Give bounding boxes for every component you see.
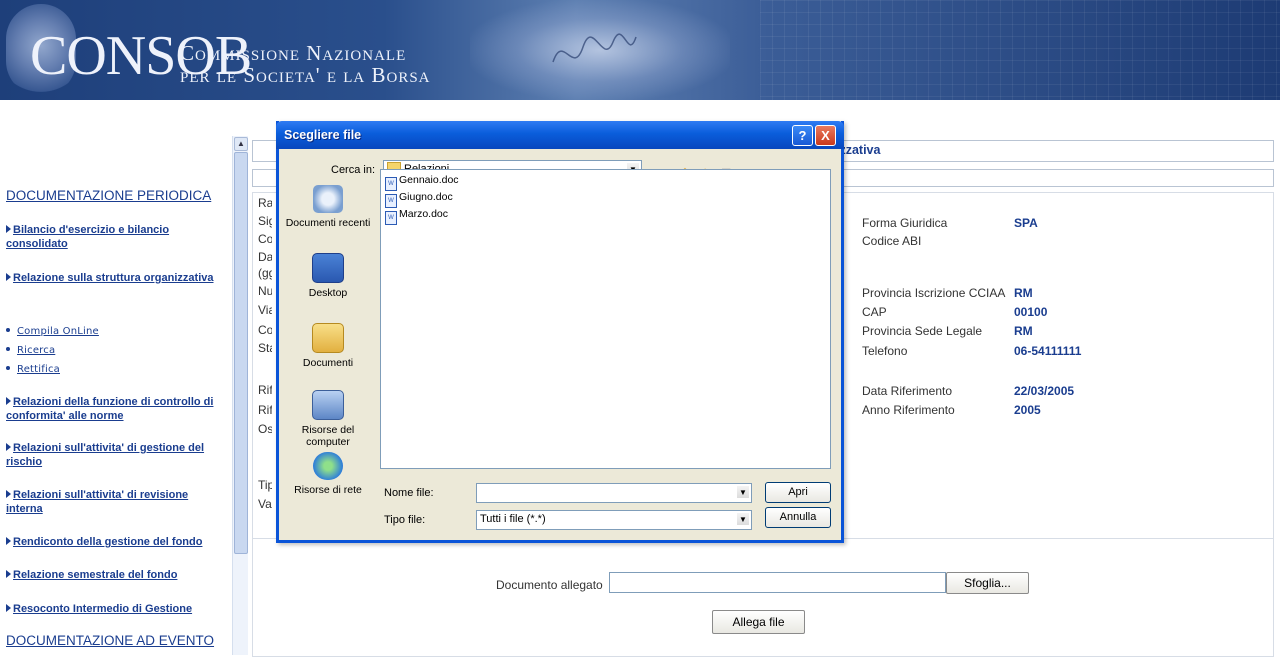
my-computer-icon: [312, 390, 344, 420]
field-label-cut: Var: [258, 497, 272, 511]
label-provincia-cciaa: Provincia Iscrizione CCIAA: [862, 286, 1006, 300]
places-bar: Documenti recenti Desktop Documenti Riso…: [285, 165, 371, 520]
commission-line-2: per le Societa' e la Borsa: [180, 63, 431, 87]
place-network[interactable]: Risorse di rete: [285, 452, 371, 496]
dialog-titlebar[interactable]: Scegliere file ? X: [276, 121, 844, 149]
label-provincia-sede: Provincia Sede Legale: [862, 324, 983, 338]
word-document-icon: W: [385, 177, 397, 191]
attachment-label: Documento allegato: [496, 578, 603, 592]
scrollbar-thumb[interactable]: [234, 152, 248, 554]
nav-link-revisione[interactable]: Relazioni sull'attivita' di revisione in…: [6, 488, 226, 516]
value-provincia-sede: RM: [1014, 324, 1033, 338]
triangle-bullet-icon: [6, 604, 11, 612]
network-icon: [313, 452, 343, 480]
triangle-bullet-icon: [6, 537, 11, 545]
chevron-down-icon[interactable]: ▼: [736, 512, 750, 526]
field-label-cut: Rife: [258, 383, 272, 397]
field-label-cut: (gg: [258, 266, 272, 280]
section-title-periodic: DOCUMENTAZIONE PERIODICA: [6, 188, 212, 203]
filename-input[interactable]: ▼: [476, 483, 752, 503]
my-documents-icon: [312, 323, 344, 353]
field-label-cut: Sig: [258, 214, 272, 228]
word-document-icon: W: [385, 194, 397, 208]
place-desktop[interactable]: Desktop: [285, 253, 371, 299]
dot-bullet-icon: [6, 347, 10, 351]
filetype-label: Tipo file:: [384, 514, 426, 526]
file-list[interactable]: W Gennaio.doc W Giugno.doc W Marzo.doc: [380, 169, 831, 469]
open-button[interactable]: Apri: [765, 482, 831, 503]
value-forma-giuridica: SPA: [1014, 216, 1038, 230]
label-codice-abi: Codice ABI: [862, 234, 922, 248]
field-label-cut: Oss: [258, 422, 272, 436]
browse-button[interactable]: Sfoglia...: [946, 572, 1029, 594]
attachment-input[interactable]: [609, 572, 946, 593]
nav-link-rischio[interactable]: Relazioni sull'attivita' di gestione del…: [6, 441, 226, 469]
header-banner: CONSOB Commissione Nazionale per le Soci…: [0, 0, 1280, 100]
subitem-compila[interactable]: Compila OnLine: [6, 325, 99, 337]
dot-bullet-icon: [6, 366, 10, 370]
place-my-computer[interactable]: Risorse del computer: [285, 390, 371, 448]
triangle-bullet-icon: [6, 490, 11, 498]
place-recent-documents[interactable]: Documenti recenti: [285, 185, 371, 229]
banner-signature-decoration: [552, 33, 637, 63]
triangle-bullet-icon: [6, 225, 11, 233]
filetype-select[interactable]: Tutti i file (*.*) ▼: [476, 510, 752, 530]
triangle-bullet-icon: [6, 443, 11, 451]
label-telefono: Telefono: [862, 344, 908, 358]
field-label-cut: Rag: [258, 196, 272, 210]
value-cap: 00100: [1014, 305, 1048, 319]
scroll-up-arrow-icon[interactable]: ▲: [234, 137, 248, 151]
field-label-cut: Tipo: [258, 478, 272, 492]
place-documents[interactable]: Documenti: [285, 323, 371, 369]
nav-link-conformita[interactable]: Relazioni della funzione di controllo di…: [6, 395, 226, 423]
field-label-cut: Sta: [258, 341, 272, 355]
value-anno-riferimento: 2005: [1014, 403, 1041, 417]
label-cap: CAP: [862, 305, 887, 319]
recent-documents-icon: [313, 185, 343, 213]
field-label-cut: Cor: [258, 323, 272, 337]
chevron-down-icon[interactable]: ▼: [736, 485, 750, 499]
field-label-cut: Dat: [258, 250, 272, 264]
nav-link-bilancio[interactable]: Bilancio d'esercizio e bilancio consolid…: [6, 223, 226, 251]
file-item[interactable]: W Gennaio.doc: [385, 174, 459, 191]
file-chooser-dialog: Scegliere file ? X Cerca in: Relazioni ▼…: [276, 121, 844, 543]
value-data-riferimento: 22/03/2005: [1014, 384, 1075, 398]
commission-line-1: Commissione Nazionale: [180, 41, 407, 65]
cancel-button[interactable]: Annulla: [765, 507, 831, 528]
triangle-bullet-icon: [6, 397, 11, 405]
field-label-cut: Rife: [258, 403, 272, 417]
left-navigation: DOCUMENTAZIONE PERIODICA Bilancio d'eser…: [0, 100, 232, 655]
file-item[interactable]: W Marzo.doc: [385, 208, 448, 225]
label-data-riferimento: Data Riferimento: [862, 384, 953, 398]
field-label-cut: Nur: [258, 284, 272, 298]
dot-bullet-icon: [6, 328, 10, 332]
dialog-title: Scegliere file: [284, 128, 362, 142]
label-anno-riferimento: Anno Riferimento: [862, 403, 955, 417]
close-button[interactable]: X: [815, 125, 836, 146]
help-button[interactable]: ?: [792, 125, 813, 146]
desktop-icon: [312, 253, 344, 283]
vertical-scrollbar[interactable]: ▲: [232, 136, 248, 655]
field-label-cut: Via/: [258, 303, 272, 317]
section-title-event: DOCUMENTAZIONE AD EVENTO: [6, 633, 215, 648]
label-forma-giuridica: Forma Giuridica: [862, 216, 948, 230]
nav-link-semestrale[interactable]: Relazione semestrale del fondo: [6, 568, 226, 582]
nav-link-struttura[interactable]: Relazione sulla struttura organizzativa: [6, 271, 226, 285]
file-item[interactable]: W Giugno.doc: [385, 191, 453, 208]
attach-file-button[interactable]: Allega file: [712, 610, 805, 634]
nav-link-rendiconto[interactable]: Rendiconto della gestione del fondo: [6, 535, 226, 549]
value-telefono: 06-54111111: [1014, 344, 1082, 358]
nav-link-resoconto[interactable]: Resoconto Intermedio di Gestione: [6, 602, 226, 616]
banner-grid-decoration: [760, 0, 1280, 100]
commission-name: Commissione Nazionale per le Societa' e …: [180, 42, 431, 86]
field-label-cut: Cod: [258, 232, 272, 246]
value-provincia-cciaa: RM: [1014, 286, 1033, 300]
subitem-ricerca[interactable]: Ricerca: [6, 344, 55, 356]
subitem-rettifica[interactable]: Rettifica: [6, 363, 60, 375]
triangle-bullet-icon: [6, 570, 11, 578]
word-document-icon: W: [385, 211, 397, 225]
attachment-panel: [252, 538, 1274, 657]
triangle-bullet-icon: [6, 273, 11, 281]
filename-label: Nome file:: [384, 487, 434, 499]
